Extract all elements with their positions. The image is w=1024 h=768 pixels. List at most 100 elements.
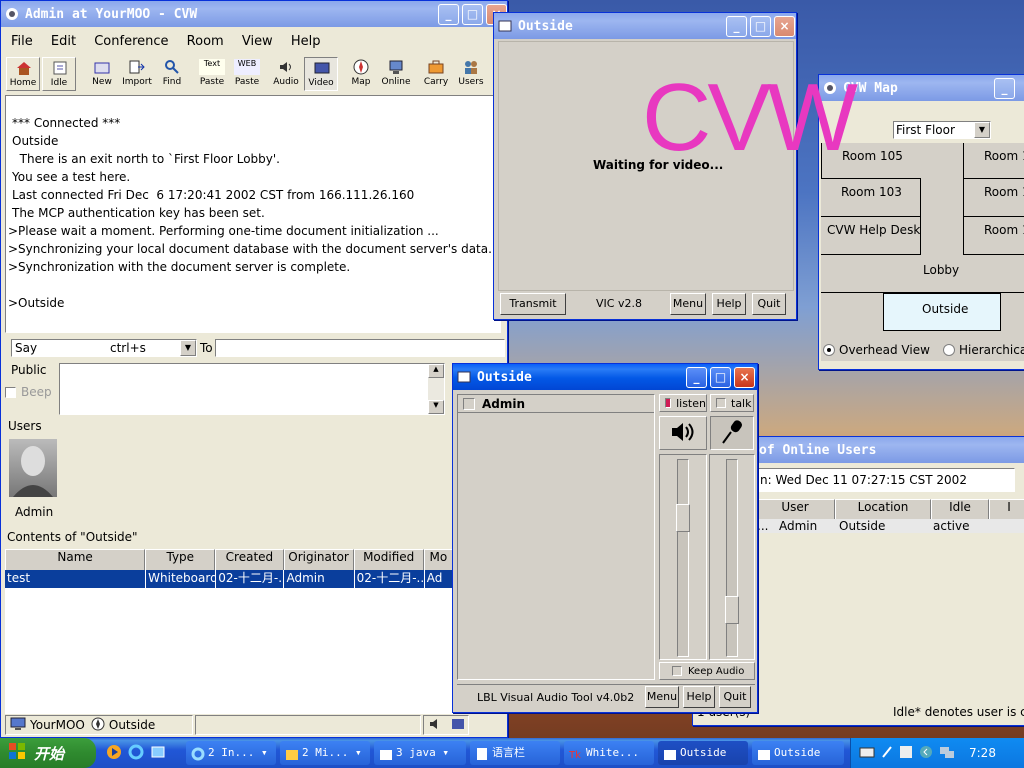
cvw-maximize-button[interactable]: □ <box>462 4 483 25</box>
beep-checkbox[interactable]: Beep <box>5 385 52 399</box>
toolbar-idle-button[interactable]: Idle <box>42 57 76 91</box>
map-room-1a[interactable]: Room 1 <box>963 143 1024 179</box>
task-outside-1[interactable]: Outside <box>658 741 748 765</box>
chevron-left-icon[interactable] <box>919 745 933 762</box>
talk-slider-thumb[interactable] <box>725 596 739 624</box>
toolbar-new-button[interactable]: New <box>85 57 119 91</box>
task-language-bar[interactable]: 语言栏 <box>470 741 560 765</box>
to-input[interactable] <box>215 339 505 357</box>
col-name[interactable]: Name <box>5 549 146 571</box>
toolbar-video-button[interactable]: Video <box>304 57 338 91</box>
menu-file[interactable]: File <box>11 34 33 49</box>
floor-select[interactable]: First Floor ▼ <box>893 121 991 139</box>
col-type[interactable]: Type <box>145 549 216 571</box>
map-room-help-desk[interactable]: CVW Help Desk <box>821 217 921 255</box>
hierarchical-view-radio[interactable]: Hierarchical <box>943 343 1024 357</box>
toolbar-import-button[interactable]: Import <box>120 57 154 91</box>
video-menu-button[interactable]: Menu <box>670 293 706 315</box>
toolbar-audio-button[interactable]: Audio <box>269 57 303 91</box>
microphone-button[interactable] <box>710 416 754 450</box>
menu-room[interactable]: Room <box>187 34 224 49</box>
message-input[interactable]: ▲ ▼ <box>59 363 445 415</box>
video-quit-button[interactable]: Quit <box>752 293 786 315</box>
audio-titlebar[interactable]: Outside _ □ × <box>453 364 757 390</box>
col-created[interactable]: Created <box>215 549 284 571</box>
toolbar-home-button[interactable]: Home <box>6 57 40 91</box>
video-icon[interactable] <box>451 717 465 734</box>
keep-audio-checkbox[interactable]: Keep Audio <box>659 662 755 680</box>
cvw-minimize-button[interactable]: _ <box>438 4 459 25</box>
talk-volume-slider[interactable] <box>709 454 755 660</box>
keyboard-icon[interactable] <box>859 746 875 761</box>
map-room-outside[interactable]: Outside <box>883 293 1001 331</box>
to-label: To <box>200 341 213 355</box>
speaker-button[interactable] <box>659 416 707 450</box>
cvw-titlebar[interactable]: Admin at YourMOO - CVW _ □ × <box>1 1 507 27</box>
talk-toggle[interactable]: talk <box>710 394 754 412</box>
task-whiteboard[interactable]: Tk White... <box>564 741 654 765</box>
audio-menu-button[interactable]: Menu <box>645 686 679 708</box>
scroll-up-icon[interactable]: ▲ <box>428 364 444 378</box>
help-icon[interactable] <box>899 745 913 762</box>
video-minimize-button[interactable]: _ <box>726 16 747 37</box>
map-room-1b[interactable]: Room 1 <box>963 179 1024 217</box>
audio-minimize-button[interactable]: _ <box>686 367 707 388</box>
audio-close-button[interactable]: × <box>734 367 755 388</box>
video-close-button[interactable]: × <box>774 16 795 37</box>
windows-logo-icon <box>8 742 26 764</box>
menu-help[interactable]: Help <box>291 34 321 49</box>
network-icon[interactable] <box>939 745 955 762</box>
toolbar-map-button[interactable]: Map <box>344 57 378 91</box>
pen-icon[interactable] <box>881 745 893 762</box>
task-java[interactable]: 3 java ▾ <box>374 741 466 765</box>
map-room-lobby[interactable]: Lobby <box>821 255 1024 293</box>
video-titlebar[interactable]: Outside _ □ × <box>494 13 796 39</box>
audio-help-button[interactable]: Help <box>683 686 715 708</box>
listen-slider-thumb[interactable] <box>676 504 690 532</box>
toolbar-text-paste-button[interactable]: Text Paste <box>195 57 229 91</box>
say-select[interactable]: Say ctrl+s ▼ <box>11 339 197 357</box>
media-player-icon[interactable] <box>106 744 122 763</box>
col-user[interactable]: User <box>755 499 835 521</box>
participant-row[interactable]: Admin <box>458 395 654 413</box>
col-modified[interactable]: Modified <box>353 549 424 571</box>
task-mi[interactable]: 2 Mi... ▾ <box>280 741 370 765</box>
audio-maximize-button[interactable]: □ <box>710 367 731 388</box>
toolbar-web-paste-button[interactable]: WEB Paste <box>230 57 264 91</box>
col-mo[interactable]: Mo <box>423 549 453 571</box>
menu-view[interactable]: View <box>242 34 273 49</box>
internet-explorer-icon[interactable] <box>128 744 144 763</box>
outlook-icon[interactable] <box>150 744 166 763</box>
avatar[interactable] <box>9 439 57 497</box>
task-ie[interactable]: 2 In... ▾ <box>186 741 276 765</box>
console-text-area[interactable]: *** Connected *** Outside There is an ex… <box>5 95 501 333</box>
message-scrollbar[interactable]: ▲ ▼ <box>428 364 444 414</box>
map-minimize-button[interactable]: _ <box>994 78 1015 99</box>
col-idle[interactable]: Idle <box>931 499 989 521</box>
map-room-1c[interactable]: Room 1 <box>963 217 1024 255</box>
scroll-down-icon[interactable]: ▼ <box>428 400 444 414</box>
map-room-103[interactable]: Room 103 <box>821 179 921 217</box>
toolbar-users-button[interactable]: Users <box>454 57 488 91</box>
listen-volume-slider[interactable] <box>659 454 707 660</box>
audio-quit-button[interactable]: Quit <box>719 686 751 708</box>
online-user-row[interactable]: ... Admin Outside active <box>755 519 1024 533</box>
toolbar-find-button[interactable]: Find <box>155 57 189 91</box>
task-outside-2[interactable]: Outside <box>752 741 844 765</box>
listen-toggle[interactable]: listen <box>659 394 707 412</box>
transmit-button[interactable]: Transmit <box>500 293 566 315</box>
overhead-view-radio[interactable]: Overhead View <box>823 343 930 357</box>
house-icon <box>16 60 32 76</box>
col-i[interactable]: I <box>989 499 1024 521</box>
col-location[interactable]: Location <box>835 499 931 521</box>
video-help-button[interactable]: Help <box>712 293 746 315</box>
menu-conference[interactable]: Conference <box>94 34 168 49</box>
toolbar-carry-button[interactable]: Carry <box>419 57 453 91</box>
video-maximize-button[interactable]: □ <box>750 16 771 37</box>
table-row[interactable]: test Whiteboard 02-十二月-... Admin 02-十二月-… <box>5 570 453 588</box>
speaker-icon[interactable] <box>428 717 444 734</box>
menu-edit[interactable]: Edit <box>51 34 76 49</box>
start-button[interactable]: 开始 <box>0 738 96 768</box>
toolbar-online-button[interactable]: Online <box>379 57 413 91</box>
col-originator[interactable]: Originator <box>283 549 354 571</box>
